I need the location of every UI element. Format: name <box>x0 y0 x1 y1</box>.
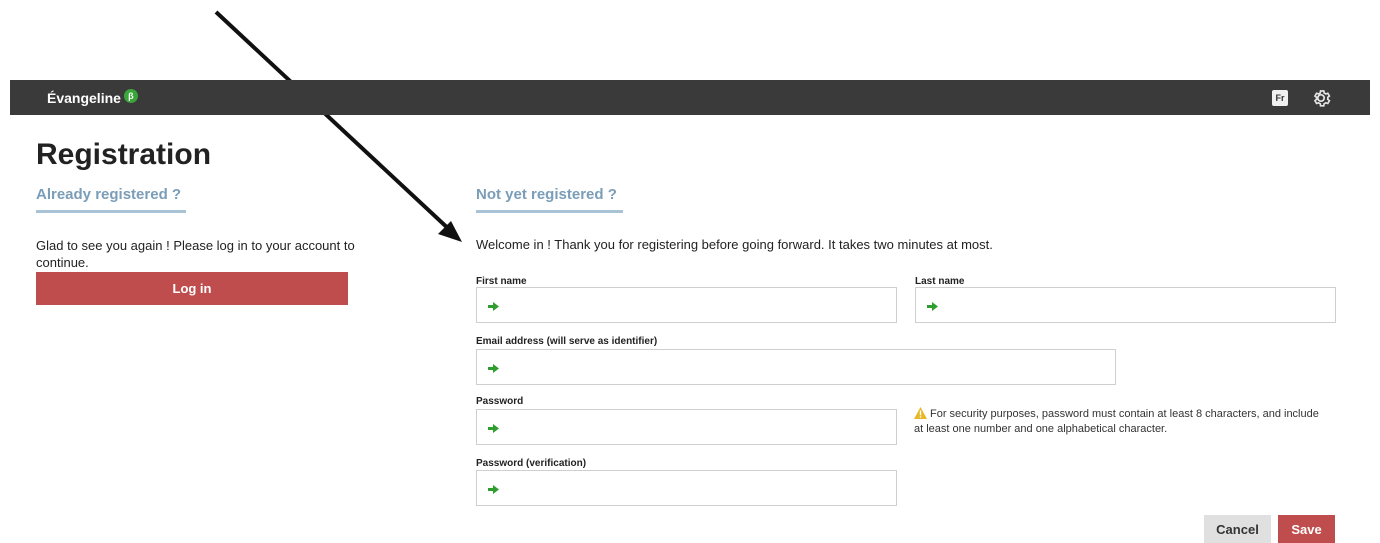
password-verification-field[interactable] <box>476 470 897 506</box>
language-button[interactable]: Fr <box>1272 90 1288 106</box>
first-name-field[interactable] <box>476 287 897 323</box>
last-name-label: Last name <box>915 276 965 287</box>
first-name-input[interactable] <box>507 290 890 320</box>
arrow-right-icon <box>488 485 499 494</box>
arrow-right-icon <box>927 302 938 311</box>
welcome-text: Welcome in ! Thank you for registering b… <box>476 237 993 252</box>
first-name-label: First name <box>476 276 527 287</box>
settings-button[interactable] <box>1310 87 1332 109</box>
password-requirements-note: For security purposes, password must con… <box>914 407 1324 437</box>
password-field[interactable] <box>476 409 897 445</box>
last-name-input[interactable] <box>946 290 1329 320</box>
password-label: Password <box>476 396 524 407</box>
already-registered-heading: Already registered ? <box>36 186 186 213</box>
password-note-text: For security purposes, password must con… <box>914 408 1319 435</box>
arrow-right-icon <box>488 302 499 311</box>
login-button[interactable]: Log in <box>36 272 348 305</box>
arrow-right-icon <box>488 424 499 433</box>
beta-badge: β <box>123 89 138 103</box>
brand-name: Évangeline <box>47 90 121 106</box>
page-title: Registration <box>36 138 212 171</box>
warning-icon <box>914 407 927 419</box>
email-label: Email address (will serve as identifier) <box>476 336 658 347</box>
save-button[interactable]: Save <box>1278 515 1335 543</box>
email-field[interactable] <box>476 349 1116 385</box>
password-verification-label: Password (verification) <box>476 458 587 469</box>
arrow-right-icon <box>488 364 499 373</box>
last-name-field[interactable] <box>915 287 1336 323</box>
cancel-button[interactable]: Cancel <box>1204 515 1271 543</box>
password-input[interactable] <box>507 412 890 442</box>
password-verification-input[interactable] <box>507 473 890 503</box>
registration-page: Évangeline β Fr Registration Already regi… <box>0 0 1380 543</box>
top-app-bar: Évangeline β Fr <box>10 80 1370 115</box>
brand-logo[interactable]: Évangeline β <box>47 89 138 106</box>
not-registered-heading: Not yet registered ? <box>476 186 623 213</box>
gear-icon <box>1313 90 1331 107</box>
login-intro-text: Glad to see you again ! Please log in to… <box>36 238 355 270</box>
email-input[interactable] <box>507 352 1109 382</box>
